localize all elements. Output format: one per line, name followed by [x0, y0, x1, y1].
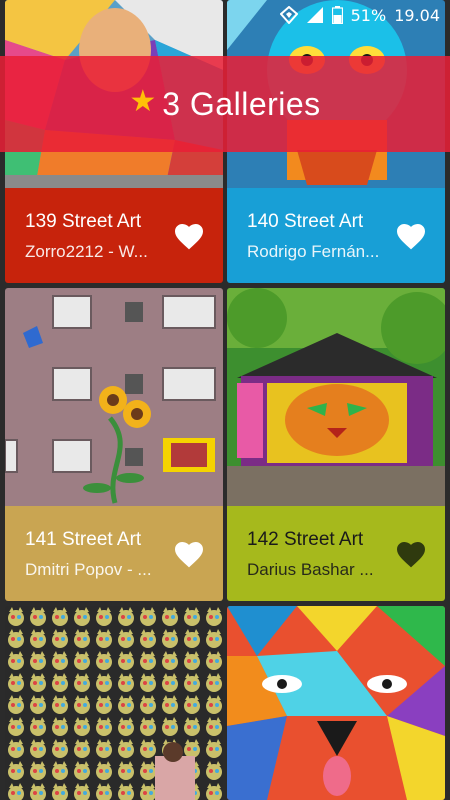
gallery-thumbnail[interactable]: [227, 606, 445, 800]
battery-icon: [331, 6, 343, 24]
clock: 19.04: [394, 5, 440, 25]
heart-icon[interactable]: [395, 221, 427, 251]
heart-filled-icon[interactable]: [395, 539, 427, 569]
card-info[interactable]: 139 Street Art Zorro2212 - W...: [5, 188, 223, 283]
gallery-author: Rodrigo Fernán...: [247, 242, 380, 261]
heart-icon[interactable]: [173, 221, 205, 251]
card-info[interactable]: 140 Street Art Rodrigo Fernán...: [227, 188, 445, 283]
gallery-thumbnail[interactable]: [5, 606, 223, 800]
card-info[interactable]: 142 Street Art Darius Bashar ...: [227, 506, 445, 601]
signal-icon: [306, 6, 324, 24]
gallery-card[interactable]: [5, 606, 223, 800]
status-bar: 51% 19.04: [0, 0, 450, 30]
star-icon: ★: [129, 84, 157, 119]
gallery-card[interactable]: 141 Street Art Dmitri Popov - ...: [5, 288, 223, 601]
gallery-thumbnail[interactable]: [227, 288, 445, 506]
heart-icon[interactable]: [173, 539, 205, 569]
gallery-author: Darius Bashar ...: [247, 560, 374, 579]
gallery-author: Zorro2212 - W...: [25, 242, 148, 261]
gallery-thumbnail[interactable]: [5, 288, 223, 506]
data-saver-icon: [279, 6, 298, 24]
battery-percent: 51%: [350, 5, 387, 25]
gallery-count-banner: ★ 3 Galleries: [0, 56, 450, 152]
gallery-author: Dmitri Popov - ...: [25, 560, 152, 579]
banner-title: 3 Galleries: [162, 85, 321, 122]
gallery-card[interactable]: [227, 606, 445, 800]
gallery-card[interactable]: 142 Street Art Darius Bashar ...: [227, 288, 445, 601]
card-info[interactable]: 141 Street Art Dmitri Popov - ...: [5, 506, 223, 601]
